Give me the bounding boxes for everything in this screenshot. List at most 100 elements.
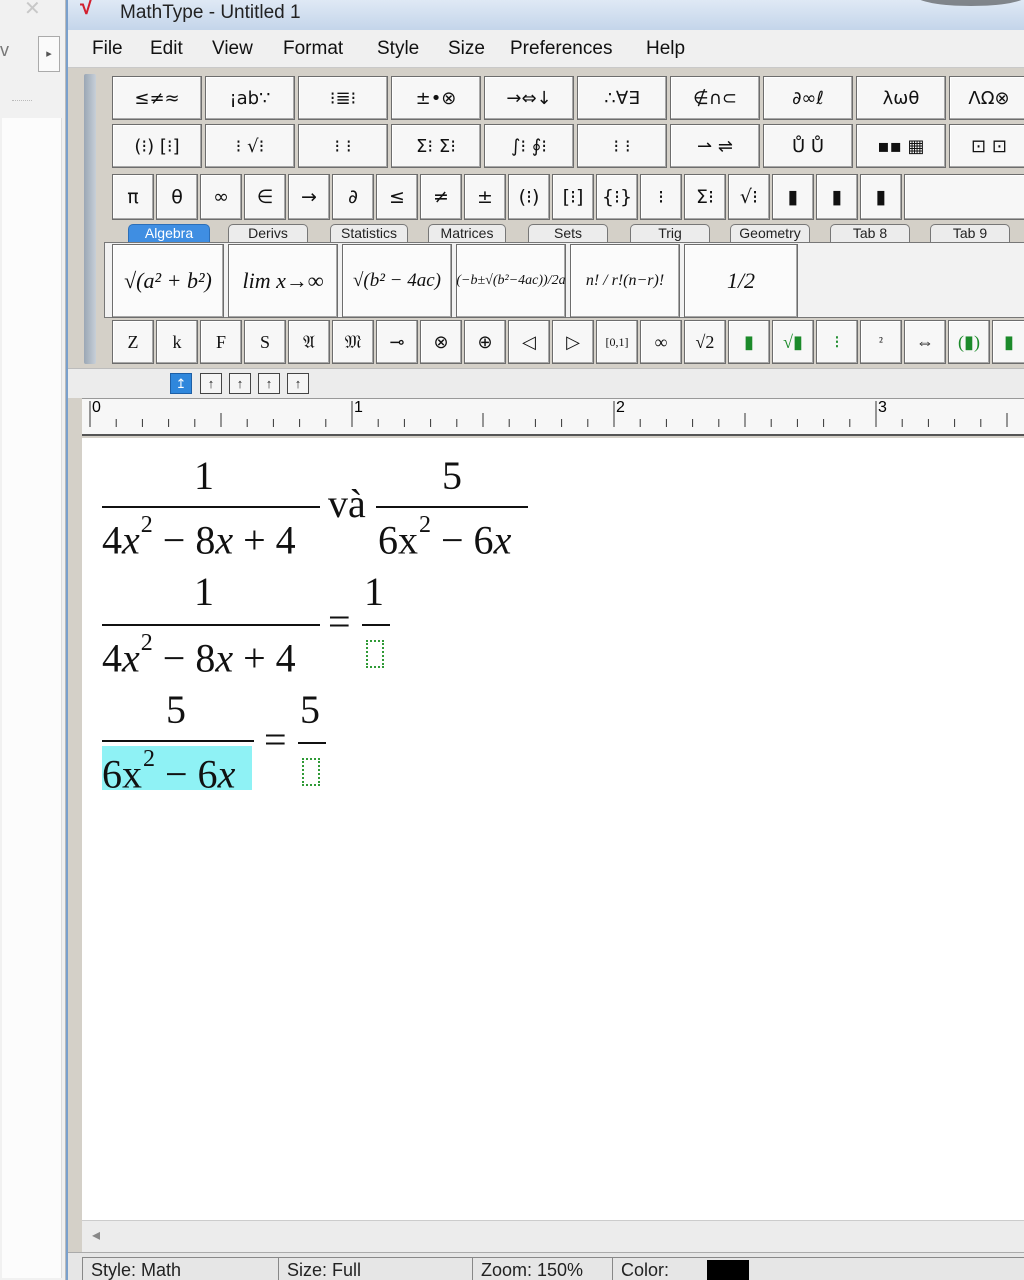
products-templates-button[interactable]: Ů Ů <box>763 124 853 168</box>
menu-edit[interactable]: Edit <box>150 38 183 60</box>
multimap-button[interactable]: ⊸ <box>376 320 418 364</box>
braces-button[interactable]: {⁝} <box>596 174 638 220</box>
summation-templates-button[interactable]: Σ⁝ Σ⁝ <box>391 124 481 168</box>
tab-geometry[interactable]: Geometry <box>730 224 810 242</box>
empty-slot-button[interactable] <box>904 174 1024 220</box>
tab-9[interactable]: Tab 9 <box>930 224 1010 242</box>
labeled-arrow-templates-button[interactable]: ⇀ ⇌ <box>670 124 760 168</box>
template-limit[interactable]: lim x→∞ <box>228 244 338 318</box>
expand-arrow-icon[interactable]: ▸ <box>38 36 60 72</box>
matrix-templates-button[interactable]: ▪▪ ▦ <box>856 124 946 168</box>
toolbar-grip[interactable] <box>84 74 96 364</box>
right-arrow-button[interactable]: → <box>288 174 330 220</box>
bar-templates-button[interactable]: ⁝ ⁝ <box>577 124 667 168</box>
color-swatch[interactable] <box>707 1260 749 1280</box>
menu-format[interactable]: Format <box>283 38 343 60</box>
double-struck-z-button[interactable]: Z <box>112 320 154 364</box>
box-templates-button[interactable]: ⊡ ⊡ <box>949 124 1024 168</box>
infinity-small-button[interactable]: ∞ <box>640 320 682 364</box>
equation-editor-area[interactable]: 1 4x2 − 8x + 4 và 5 6x2 − 6x 1 4x2 − 8x … <box>82 438 1024 1220</box>
sub-superscript-button[interactable]: ▮ <box>860 174 902 220</box>
relations-palette-button[interactable]: ≤≠≈ <box>112 76 202 120</box>
integral-templates-button[interactable]: ∫⁝ ∮⁝ <box>484 124 574 168</box>
tab-matrices[interactable]: Matrices <box>428 224 506 242</box>
menu-size[interactable]: Size <box>448 38 485 60</box>
subscript-templates-button[interactable]: ⁝ ⁝ <box>298 124 388 168</box>
tab-statistics[interactable]: Statistics <box>330 224 408 242</box>
ruler[interactable]: 0 1 2 3 <box>82 398 1024 436</box>
double-struck-f-button[interactable]: F <box>200 320 242 364</box>
logical-palette-button[interactable]: ∴∀∃ <box>577 76 667 120</box>
template-discriminant[interactable]: √(b² − 4ac) <box>342 244 452 318</box>
paren-slot-button[interactable]: (▮) <box>948 320 990 364</box>
menu-file[interactable]: File <box>92 38 123 60</box>
horizontal-scrollbar[interactable]: ◂ <box>82 1220 1024 1252</box>
template-pythagorean[interactable]: √(a² + b²) <box>112 244 224 318</box>
double-arrow-button[interactable]: ⇔ <box>904 320 946 364</box>
superscript-button[interactable]: ▮ <box>772 174 814 220</box>
nudge-up-button[interactable]: ↥ <box>170 373 192 394</box>
template-quadratic-formula[interactable]: (−b±√(b²−4ac))/2a <box>456 244 566 318</box>
subscript-button[interactable]: ▮ <box>816 174 858 220</box>
template-half[interactable]: 1/2 <box>684 244 798 318</box>
double-struck-k-button[interactable]: k <box>156 320 198 364</box>
hat-slot-button[interactable]: ▮ <box>992 320 1024 364</box>
sqrt-two-button[interactable]: √2 <box>684 320 726 364</box>
menu-help[interactable]: Help <box>646 38 685 60</box>
square-root-button[interactable]: √⁝ <box>728 174 770 220</box>
fraction-radical-templates-button[interactable]: ⁝ √⁝ <box>205 124 295 168</box>
fraktur-a-button[interactable]: 𝔄 <box>288 320 330 364</box>
partial-button[interactable]: ∂ <box>332 174 374 220</box>
not-equal-button[interactable]: ≠ <box>420 174 462 220</box>
theta-button[interactable]: θ <box>156 174 198 220</box>
script-s-button[interactable]: S <box>244 320 286 364</box>
parentheses-button[interactable]: (⁝) <box>508 174 550 220</box>
less-equal-button[interactable]: ≤ <box>376 174 418 220</box>
set-theory-palette-button[interactable]: ∉∩⊂ <box>670 76 760 120</box>
empty-slot-placeholder[interactable] <box>366 640 384 668</box>
greek-lower-palette-button[interactable]: λωθ <box>856 76 946 120</box>
menu-view[interactable]: View <box>212 38 253 60</box>
embellishments-palette-button[interactable]: ⁝≣⁝ <box>298 76 388 120</box>
left-triangle-button[interactable]: ◁ <box>508 320 550 364</box>
circled-plus-button[interactable]: ⊕ <box>464 320 506 364</box>
brackets-button[interactable]: [⁝] <box>552 174 594 220</box>
tab-algebra[interactable]: Algebra <box>128 224 210 242</box>
operators-palette-button[interactable]: ±•⊗ <box>391 76 481 120</box>
greek-upper-palette-button[interactable]: ΛΩ⊗ <box>949 76 1024 120</box>
empty-slot-placeholder[interactable] <box>302 758 320 786</box>
misc-symbols-palette-button[interactable]: ∂∞ℓ <box>763 76 853 120</box>
menu-preferences[interactable]: Preferences <box>510 38 612 60</box>
fraction-slot-button[interactable]: ⁝ <box>816 320 858 364</box>
fraction-button[interactable]: ⁝ <box>640 174 682 220</box>
nudge-up5-button[interactable]: ↑ <box>287 373 309 394</box>
fence-templates-button[interactable]: (⁝) [⁝] <box>112 124 202 168</box>
pi-button[interactable]: π <box>112 174 154 220</box>
menu-style[interactable]: Style <box>377 38 419 60</box>
right-triangle-button[interactable]: ▷ <box>552 320 594 364</box>
infinity-button[interactable]: ∞ <box>200 174 242 220</box>
tab-derivs[interactable]: Derivs <box>228 224 308 242</box>
nudge-up4-button[interactable]: ↑ <box>258 373 280 394</box>
selected-denominator[interactable]: 6x2 − 6x <box>102 746 235 798</box>
root-slot-button[interactable]: √▮ <box>772 320 814 364</box>
superscript-slot-button[interactable]: ▮ <box>728 320 770 364</box>
window-control-icon[interactable] <box>916 0 1024 6</box>
nudge-up3-button[interactable]: ↑ <box>229 373 251 394</box>
close-icon[interactable]: ✕ <box>24 0 41 21</box>
scroll-left-icon[interactable]: ◂ <box>92 1225 100 1245</box>
interval-button[interactable]: [0,1] <box>596 320 638 364</box>
arrows-palette-button[interactable]: →⇔↓ <box>484 76 574 120</box>
title-bar[interactable]: √ MathType - Untitled 1 <box>68 0 1024 30</box>
plus-minus-button[interactable]: ± <box>464 174 506 220</box>
summation-button[interactable]: Σ⁝ <box>684 174 726 220</box>
squared-button[interactable]: ² <box>860 320 902 364</box>
template-combination[interactable]: n! / r!(n−r)! <box>570 244 680 318</box>
nudge-up2-button[interactable]: ↑ <box>200 373 222 394</box>
tab-8[interactable]: Tab 8 <box>830 224 910 242</box>
spaces-ellipses-palette-button[interactable]: ¡ab∵ <box>205 76 295 120</box>
element-of-button[interactable]: ∈ <box>244 174 286 220</box>
tab-trig[interactable]: Trig <box>630 224 710 242</box>
tab-sets[interactable]: Sets <box>528 224 608 242</box>
fraktur-m-button[interactable]: 𝔐 <box>332 320 374 364</box>
